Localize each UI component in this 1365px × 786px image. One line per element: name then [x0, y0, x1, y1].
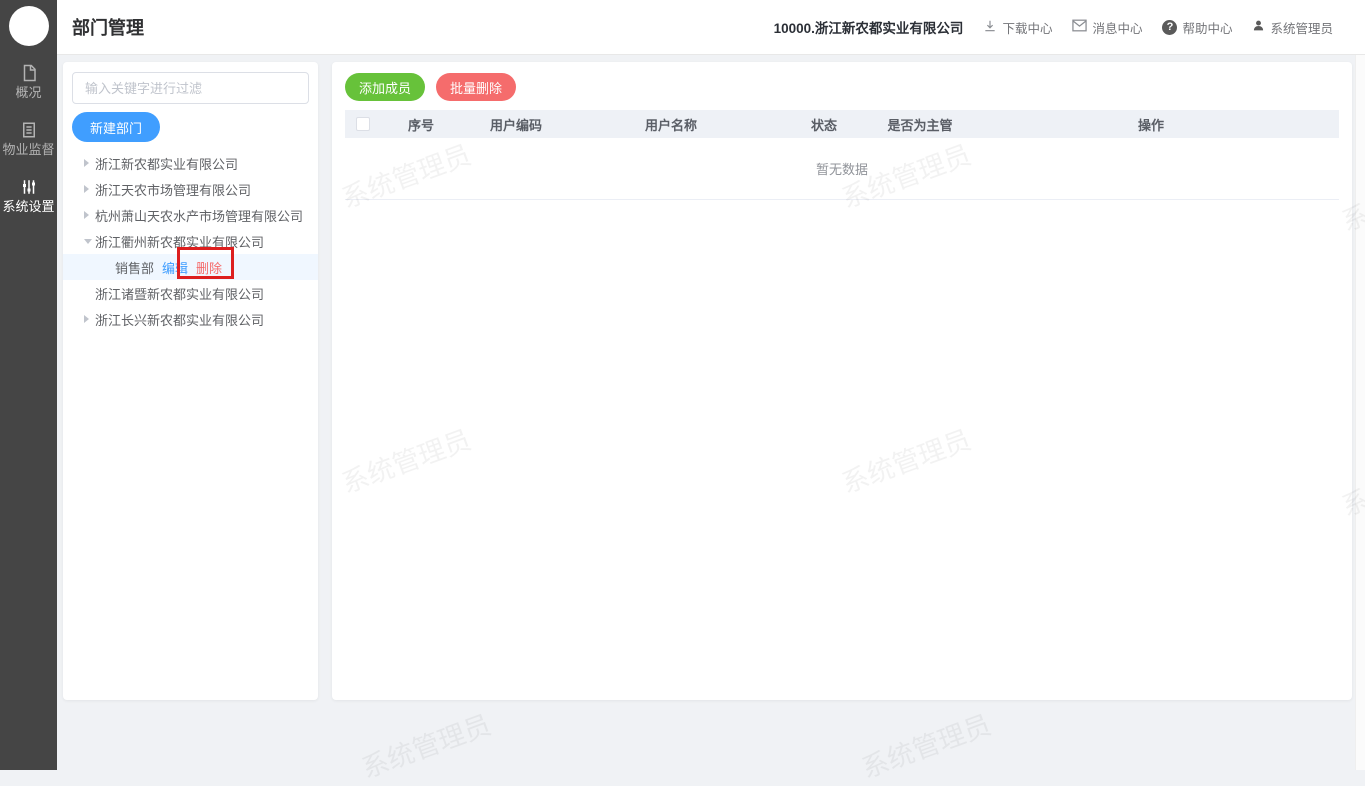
caret-right-icon[interactable] [84, 159, 89, 167]
mail-icon [1072, 19, 1088, 35]
caret-down-icon[interactable] [84, 238, 92, 244]
tree-node-label: 浙江天农市场管理有限公司 [95, 182, 252, 198]
tree-node-sales-dept[interactable]: 销售部 编辑 删除 [63, 254, 318, 280]
tree-node-label: 浙江新农都实业有限公司 [95, 156, 239, 172]
tree-node-label: 浙江衢州新农都实业有限公司 [95, 234, 265, 250]
watermark-text: 系统管理员 [357, 709, 495, 785]
caret-right-icon[interactable] [84, 315, 89, 323]
department-tree-panel: 新建部门 浙江新农都实业有限公司 浙江天农市场管理有限公司 杭州萧山天农水产市场… [63, 62, 318, 700]
batch-delete-button[interactable]: 批量删除 [436, 73, 517, 101]
tree-node-expanded[interactable]: 浙江衢州新农都实业有限公司 [63, 228, 318, 254]
column-header-user-code: 用户编码 [489, 117, 542, 133]
current-user-label: 系统管理员 [1270, 21, 1333, 36]
current-user-link[interactable]: 系统管理员 [1252, 18, 1333, 37]
document-list-icon [0, 121, 57, 139]
add-member-button[interactable]: 添加成员 [345, 73, 426, 101]
sidebar-item-overview[interactable]: 概况 [0, 64, 57, 101]
department-tree: 浙江新农都实业有限公司 浙江天农市场管理有限公司 杭州萧山天农水产市场管理有限公… [63, 150, 318, 332]
page-title: 部门管理 [72, 18, 144, 38]
message-center-label: 消息中心 [1092, 21, 1143, 36]
table-header-row: 序号 用户编码 用户名称 状态 是否为主管 操作 [345, 110, 1339, 138]
sliders-icon [0, 178, 57, 196]
tree-node[interactable]: 浙江诸暨新农都实业有限公司 [63, 280, 318, 306]
column-header-user-name: 用户名称 [644, 117, 697, 133]
sidebar-item-label: 系统设置 [2, 199, 55, 214]
app-sidebar: 概况 物业监督 系统设置 [0, 0, 57, 770]
edit-department-link[interactable]: 编辑 [162, 258, 188, 277]
sidebar-item-label: 物业监督 [2, 142, 55, 157]
sidebar-item-label: 概况 [15, 85, 42, 100]
select-all-checkbox[interactable] [356, 117, 370, 131]
avatar[interactable] [8, 6, 49, 46]
members-panel: 添加成员 批量删除 序号 用户编码 用户名称 状态 是否为主管 操作 暂无数据 [332, 62, 1352, 700]
download-icon [983, 19, 997, 36]
tree-node-label: 浙江诸暨新农都实业有限公司 [95, 286, 265, 302]
vertical-scrollbar[interactable] [1355, 55, 1365, 770]
delete-department-link[interactable]: 删除 [196, 258, 222, 277]
user-icon [1252, 19, 1265, 35]
sidebar-item-property-supervision[interactable]: 物业监督 [0, 121, 57, 158]
tree-node[interactable]: 浙江天农市场管理有限公司 [63, 176, 318, 202]
caret-right-icon[interactable] [84, 211, 89, 219]
tree-node[interactable]: 杭州萧山天农水产市场管理有限公司 [63, 202, 318, 228]
message-center-link[interactable]: 消息中心 [1072, 18, 1142, 37]
download-center-link[interactable]: 下载中心 [983, 18, 1052, 37]
column-header-index: 序号 [407, 117, 434, 133]
column-header-status: 状态 [810, 117, 837, 133]
column-header-is-supervisor: 是否为主管 [887, 117, 953, 133]
tree-node-label: 销售部 [115, 260, 155, 276]
sidebar-item-system-settings[interactable]: 系统设置 [0, 178, 57, 215]
tree-node-label: 浙江长兴新农都实业有限公司 [95, 312, 265, 328]
help-center-link[interactable]: ? 帮助中心 [1162, 18, 1232, 37]
topbar-right: 10000.浙江新农都实业有限公司 下载中心 消息中心 ? 帮助中心 系统管理员 [774, 17, 1333, 37]
tree-node[interactable]: 浙江新农都实业有限公司 [63, 150, 318, 176]
download-center-label: 下载中心 [1002, 21, 1053, 36]
empty-state: 暂无数据 [345, 138, 1339, 200]
topbar: 部门管理 10000.浙江新农都实业有限公司 下载中心 消息中心 ? 帮助中心 … [57, 0, 1365, 55]
help-center-label: 帮助中心 [1182, 21, 1233, 36]
watermark-text: 系统管理员 [857, 709, 995, 785]
column-header-actions: 操作 [1137, 117, 1164, 133]
tree-node[interactable]: 浙江长兴新农都实业有限公司 [63, 306, 318, 332]
tree-filter-input[interactable] [72, 72, 309, 104]
caret-right-icon[interactable] [84, 185, 89, 193]
company-name: 10000.浙江新农都实业有限公司 [773, 21, 964, 36]
help-icon: ? [1162, 19, 1178, 35]
tree-node-label: 杭州萧山天农水产市场管理有限公司 [95, 208, 304, 224]
file-icon [0, 64, 57, 82]
new-department-button[interactable]: 新建部门 [72, 112, 161, 142]
